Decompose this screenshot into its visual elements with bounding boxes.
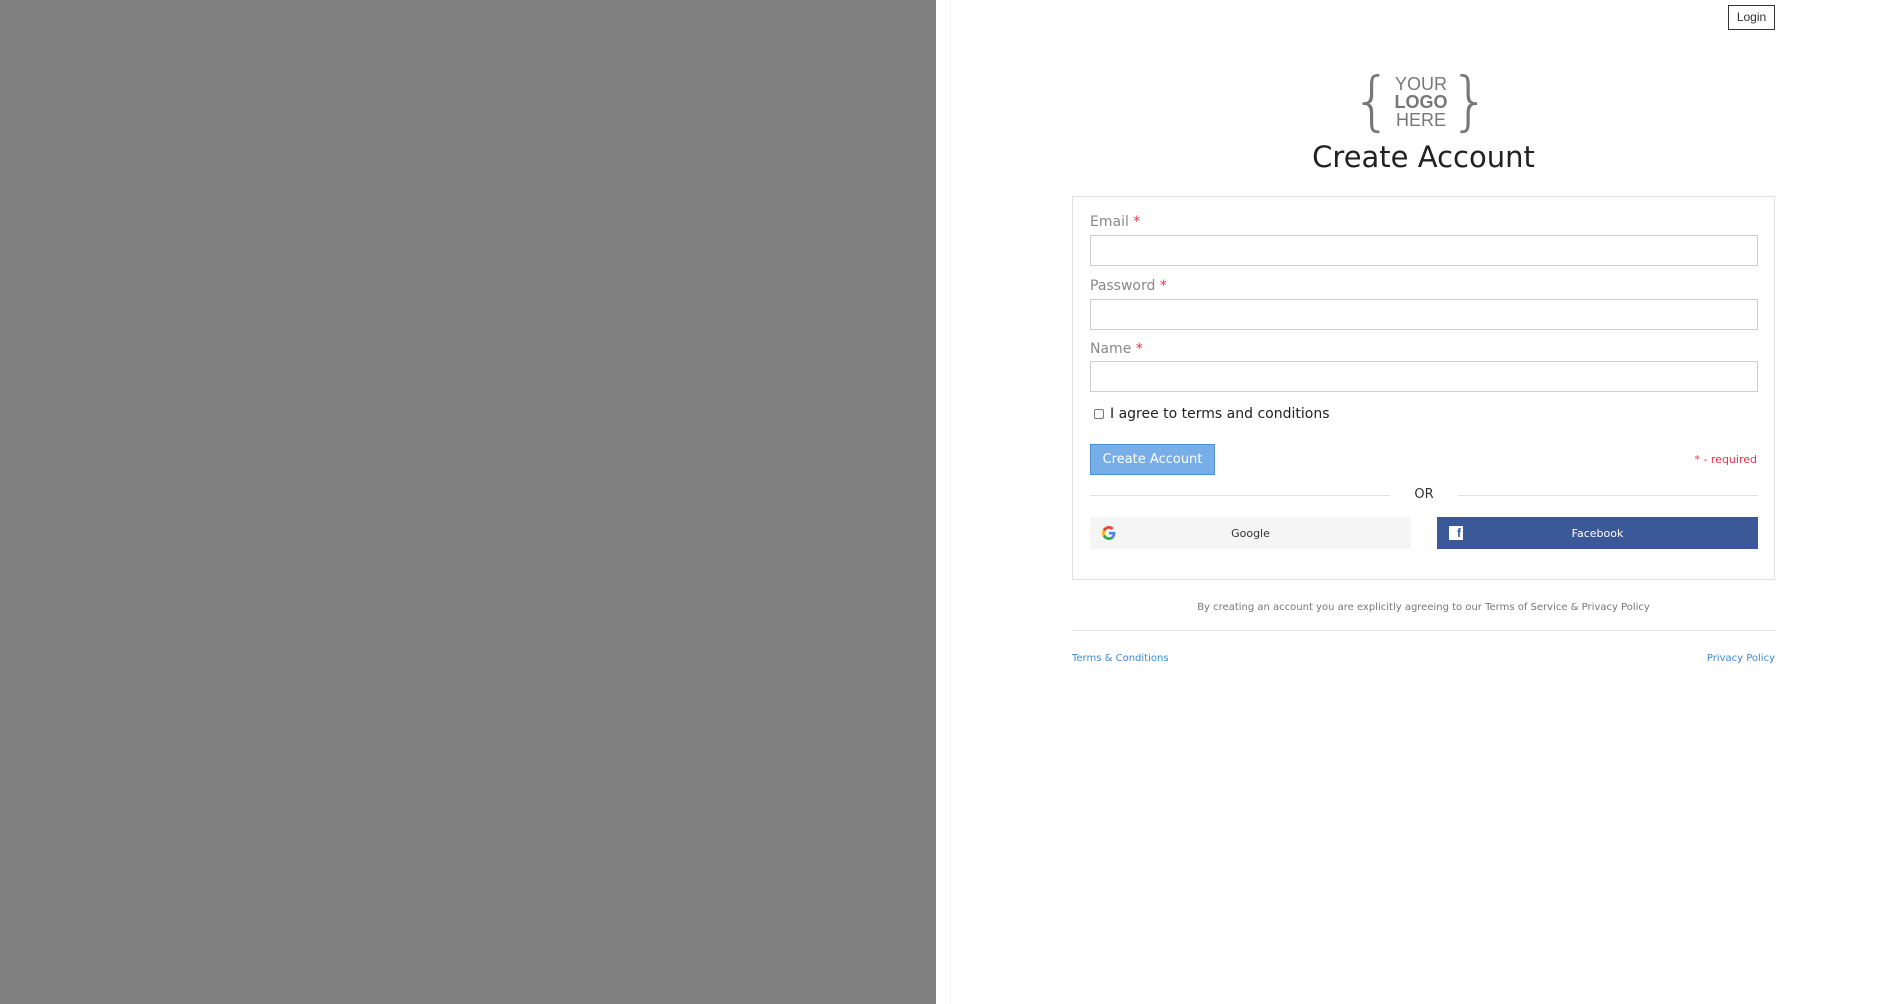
logo-right-brace: }	[1449, 65, 1491, 139]
logo-line-1: YOUR	[1394, 74, 1447, 94]
agree-terms-label[interactable]: I agree to terms and conditions	[1110, 406, 1329, 422]
logo-words: YOUR LOGO HERE	[1395, 75, 1448, 129]
password-input[interactable]	[1090, 299, 1758, 330]
name-input[interactable]	[1090, 361, 1758, 392]
password-label: Password *	[1090, 278, 1167, 294]
email-label: Email *	[1090, 214, 1140, 230]
logo-left-brace: {	[1351, 65, 1393, 139]
email-input[interactable]	[1090, 235, 1758, 266]
login-button[interactable]: Login	[1728, 5, 1775, 30]
password-label-text: Password	[1090, 278, 1156, 294]
terms-link[interactable]: Terms & Conditions	[1072, 653, 1169, 664]
facebook-button[interactable]: f Facebook	[1437, 517, 1758, 549]
privacy-link[interactable]: Privacy Policy	[1707, 653, 1775, 664]
create-account-button[interactable]: Create Account	[1090, 444, 1215, 475]
agreement-note: By creating an account you are explicitl…	[1197, 602, 1650, 613]
or-divider: OR	[1090, 487, 1758, 503]
name-label: Name *	[1090, 341, 1143, 357]
facebook-button-label: Facebook	[1571, 526, 1624, 540]
footer-divider	[1072, 630, 1775, 631]
logo: { YOUR LOGO HERE }	[1352, 70, 1490, 134]
google-button[interactable]: Google	[1090, 517, 1411, 549]
agree-terms-row: I agree to terms and conditions	[1094, 406, 1329, 422]
or-line-right	[1458, 495, 1758, 496]
google-button-label: Google	[1231, 526, 1270, 540]
email-required-marker: *	[1133, 214, 1141, 230]
required-note: * - required	[1694, 453, 1757, 466]
logo-line-2: LOGO	[1394, 92, 1448, 112]
facebook-icon: f	[1449, 526, 1463, 540]
signup-card: Email * Password * Name * I agree to ter…	[1072, 196, 1775, 580]
google-icon	[1102, 526, 1116, 540]
name-required-marker: *	[1135, 341, 1143, 357]
name-label-text: Name	[1090, 341, 1132, 357]
page-title: Create Account	[1312, 140, 1535, 174]
email-label-text: Email	[1090, 214, 1129, 230]
password-required-marker: *	[1159, 278, 1167, 294]
agree-terms-checkbox[interactable]	[1094, 409, 1104, 419]
left-panel	[0, 0, 936, 1004]
logo-line-3: HERE	[1395, 110, 1446, 130]
